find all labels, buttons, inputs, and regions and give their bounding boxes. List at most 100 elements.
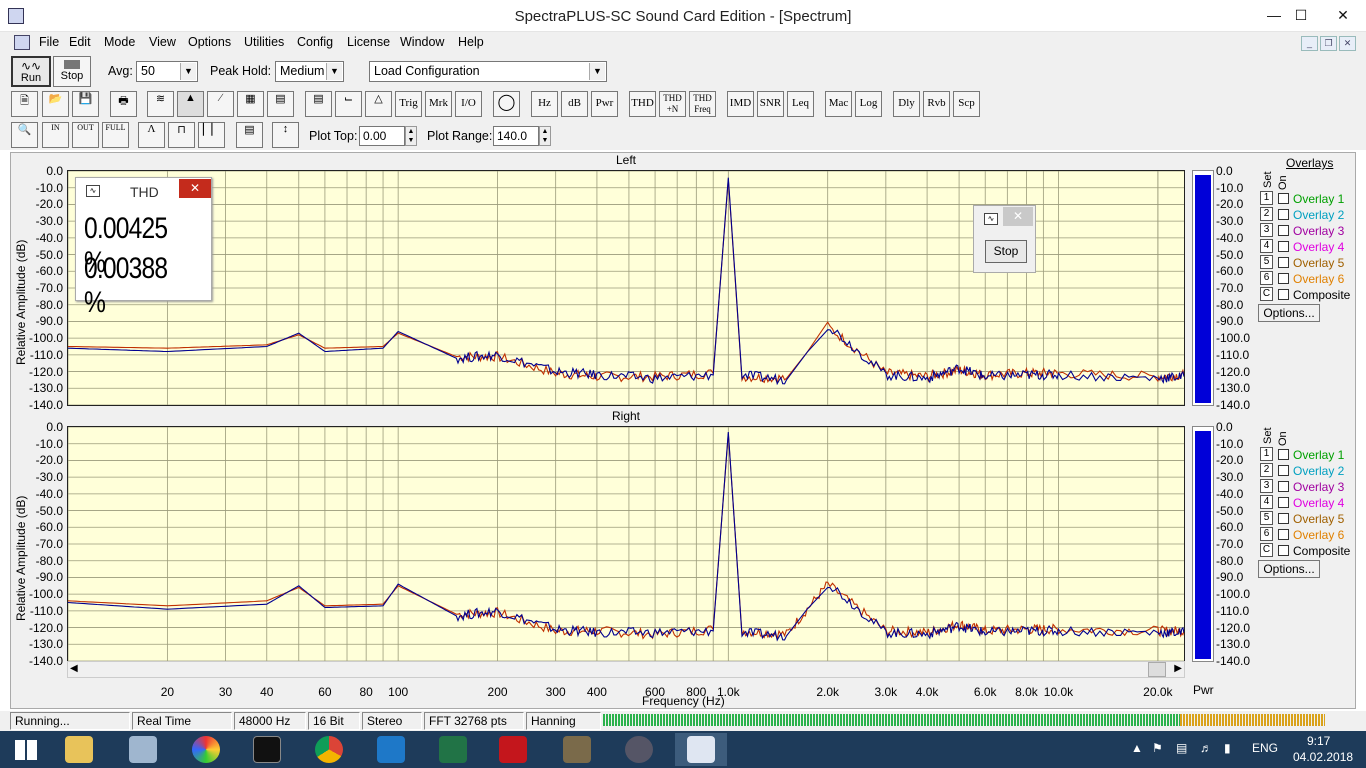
mdi-minimize-icon[interactable]: _ (1301, 36, 1318, 51)
network-app-icon[interactable] (551, 733, 603, 766)
right-spectrum-plot[interactable] (67, 426, 1185, 662)
overlay-set-button[interactable]: 4 (1260, 495, 1273, 509)
excel-icon[interactable] (427, 733, 479, 766)
avg-select[interactable]: 50 ▼ (136, 61, 198, 82)
clock-date[interactable]: 04.02.2018 (1293, 750, 1353, 764)
scale-icon[interactable]: ↕ (272, 122, 299, 148)
thd-freq-button[interactable]: THD Freq (689, 91, 716, 117)
overlay-checkbox[interactable] (1278, 545, 1289, 556)
imd-button[interactable]: IMD (727, 91, 754, 117)
config-select[interactable]: Load Configuration ▼ (369, 61, 607, 82)
save-icon[interactable]: 💾 (72, 91, 99, 117)
scroll-thumb[interactable] (1148, 662, 1166, 677)
spinner-icon[interactable]: ▲ ▼ (539, 126, 551, 146)
thd-button[interactable]: THD (629, 91, 656, 117)
zoom-icon[interactable]: 🔍 (11, 122, 38, 148)
left-options-button[interactable]: Options... (1258, 304, 1320, 322)
io-button[interactable]: I/O (455, 91, 482, 117)
overlay-checkbox[interactable] (1278, 449, 1289, 460)
overlay-set-button[interactable]: 3 (1260, 223, 1273, 237)
spectrogram-icon[interactable]: ▦ (237, 91, 264, 117)
menu-mode[interactable]: Mode (104, 35, 135, 49)
mdi-close-icon[interactable]: ✕ (1339, 36, 1356, 51)
open-folder-icon[interactable]: 📂 (42, 91, 69, 117)
mrk-button[interactable]: Mrk (425, 91, 452, 117)
overlay-set-button[interactable]: 2 (1260, 207, 1273, 221)
time-series-icon[interactable]: ≋ (147, 91, 174, 117)
rvb-button[interactable]: Rvb (923, 91, 950, 117)
plot-range-input[interactable]: 140.0 ▲ ▼ (493, 126, 551, 146)
close-icon[interactable]: ✕ (1320, 0, 1366, 30)
maximize-icon[interactable]: ☐ (1278, 0, 1324, 30)
phase-icon[interactable]: ∕ (207, 91, 234, 117)
scroll-left-icon[interactable]: ◀ (70, 663, 78, 674)
zoom-out-2x-icon[interactable]: OUT (72, 122, 99, 148)
file-explorer-icon[interactable] (53, 733, 105, 766)
mac-button[interactable]: Mac (825, 91, 852, 117)
mdi-restore-icon[interactable]: ❐ (1320, 36, 1337, 51)
right-options-button[interactable]: Options... (1258, 560, 1320, 578)
overlay-checkbox[interactable] (1278, 273, 1289, 284)
spectraplus-taskbar-icon[interactable] (675, 733, 727, 766)
spectrum-icon[interactable]: ▲ (177, 91, 204, 117)
menu-config[interactable]: Config (297, 35, 333, 49)
overlay-checkbox[interactable] (1278, 241, 1289, 252)
alien-app-icon[interactable] (613, 733, 665, 766)
overlay-set-button[interactable]: 6 (1260, 271, 1273, 285)
scroll-right-icon[interactable]: ▶ (1174, 663, 1182, 674)
acrobat-icon[interactable] (487, 733, 539, 766)
overlay-set-button[interactable]: 2 (1260, 463, 1273, 477)
outlook-icon[interactable] (365, 733, 417, 766)
menu-file[interactable]: File (39, 35, 59, 49)
horizontal-scrollbar[interactable]: ◀ ▶ (67, 661, 1185, 678)
menu-help[interactable]: Help (458, 35, 484, 49)
3d-surface-icon[interactable]: ▤ (267, 91, 294, 117)
menu-view[interactable]: View (149, 35, 176, 49)
language-indicator[interactable]: ENG (1252, 741, 1278, 755)
pwr-button[interactable]: Pwr (591, 91, 618, 117)
overlay-checkbox[interactable] (1278, 193, 1289, 204)
step-plot-icon[interactable]: ⊓ (168, 122, 195, 148)
zoom-in-2x-icon[interactable]: IN (42, 122, 69, 148)
bar-plot-icon[interactable]: ▏▏ (198, 122, 225, 148)
zoom-full-icon[interactable]: FULL (102, 122, 129, 148)
overlay-set-button[interactable]: 1 (1260, 447, 1273, 461)
close-icon[interactable]: ✕ (179, 179, 211, 198)
overlay-set-button[interactable]: 6 (1260, 527, 1273, 541)
network-icon[interactable]: ▤ (1176, 741, 1187, 755)
print-icon[interactable]: 🖶 (110, 91, 137, 117)
overlay-checkbox[interactable] (1278, 481, 1289, 492)
overlay-set-button[interactable]: 4 (1260, 239, 1273, 253)
overlay-set-button[interactable]: 5 (1260, 511, 1273, 525)
monitor-app-icon[interactable] (117, 733, 169, 766)
tray-up-icon[interactable]: ▲ (1131, 741, 1143, 755)
overlay-checkbox[interactable] (1278, 289, 1289, 300)
overlay-set-button[interactable]: 3 (1260, 479, 1273, 493)
db-button[interactable]: dB (561, 91, 588, 117)
hz-button[interactable]: Hz (531, 91, 558, 117)
overlay-checkbox[interactable] (1278, 497, 1289, 508)
spinner-icon[interactable]: ▲ ▼ (405, 126, 417, 146)
menu-window[interactable]: Window (400, 35, 444, 49)
chrome-icon[interactable] (303, 733, 355, 766)
dly-button[interactable]: Dly (893, 91, 920, 117)
colorful-app-icon[interactable] (180, 733, 232, 766)
thd-window[interactable]: ∿ THD ✕ 0.00425 % 0.00388 % (75, 177, 212, 319)
settings-panel-icon[interactable]: ▤ (305, 91, 332, 117)
plot-top-input[interactable]: 0.00 ▲ ▼ (359, 126, 417, 146)
trig-button[interactable]: Trig (395, 91, 422, 117)
new-file-icon[interactable]: 🗎 (11, 91, 38, 117)
snr-button[interactable]: SNR (757, 91, 784, 117)
menu-edit[interactable]: Edit (69, 35, 91, 49)
thd-n-button[interactable]: THD +N (659, 91, 686, 117)
volume-icon[interactable]: ♬ (1200, 741, 1212, 755)
clock-time[interactable]: 9:17 (1307, 734, 1330, 748)
overlay-checkbox[interactable] (1278, 225, 1289, 236)
peak-hold-select[interactable]: Medium ▼ (275, 61, 344, 82)
flag-icon[interactable]: ⚑ (1152, 741, 1163, 755)
stop-mini-window[interactable]: ∿ ✕ Stop (973, 205, 1036, 273)
menu-options[interactable]: Options (188, 35, 231, 49)
plot-format-icon[interactable]: ▤ (236, 122, 263, 148)
overlay-checkbox[interactable] (1278, 257, 1289, 268)
menu-utilities[interactable]: Utilities (244, 35, 284, 49)
